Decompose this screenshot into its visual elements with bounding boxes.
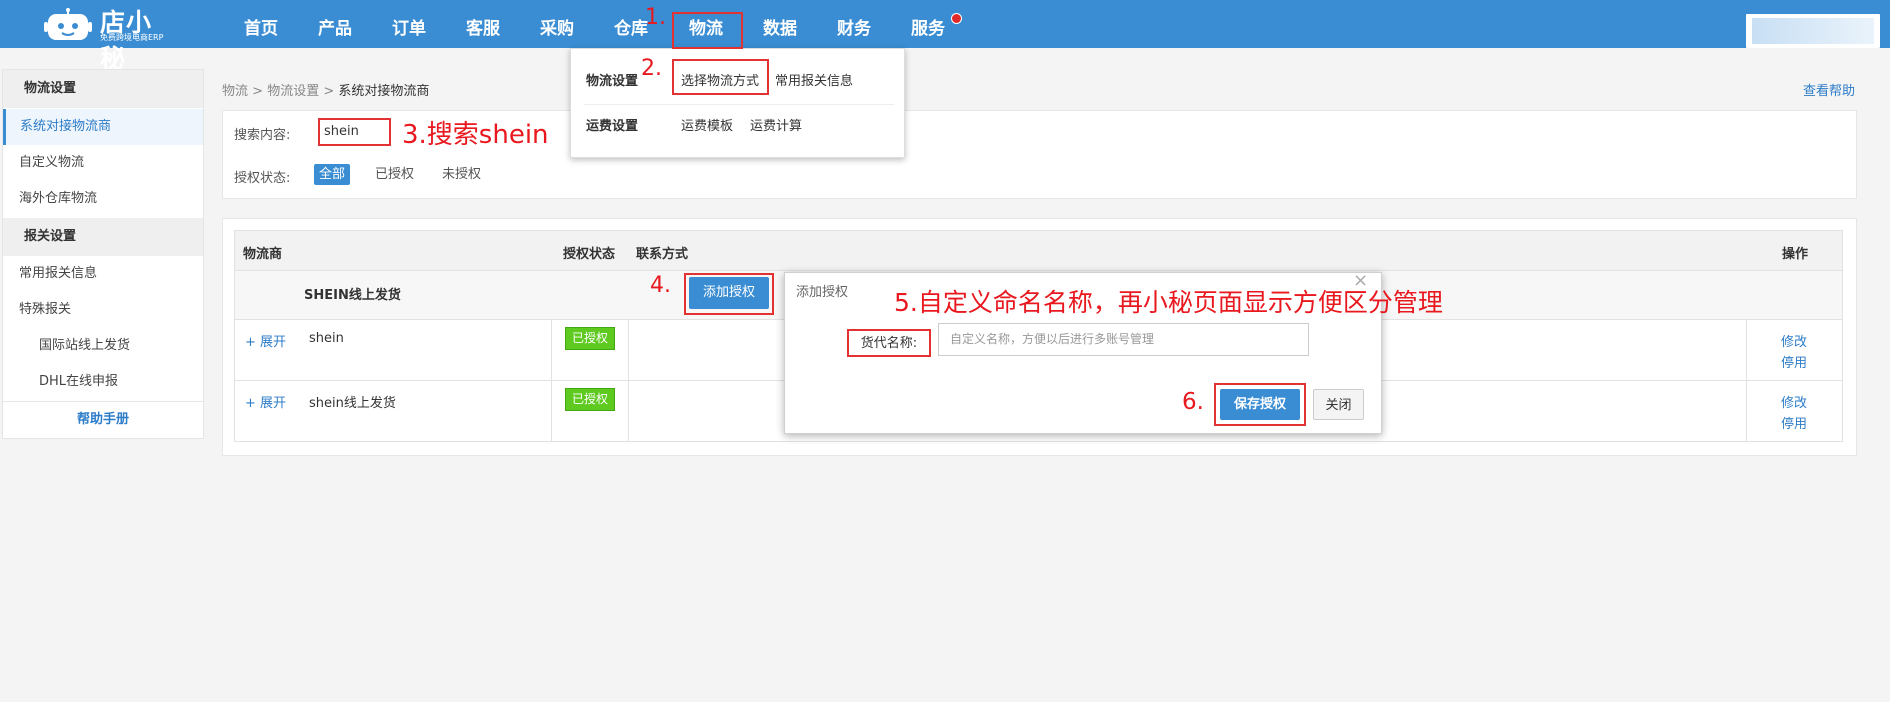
forwarder-name-input[interactable]: 自定义名称，方便以后进行多账号管理	[938, 323, 1309, 356]
disable-link[interactable]: 停用	[1781, 413, 1807, 432]
user-account-box[interactable]	[1746, 14, 1880, 48]
menu-freight-template[interactable]: 运费模板	[681, 115, 733, 134]
sidebar-item-special-customs[interactable]: 特殊报关	[3, 292, 203, 328]
annotation-step-4: 4.	[650, 273, 671, 298]
header-contact: 联系方式	[636, 247, 689, 262]
annotation-step-2: 2.	[641, 56, 662, 81]
annotation-step-6: 6.	[1182, 389, 1204, 415]
annotation-box-save-button	[1214, 383, 1306, 426]
breadcrumb-logistics[interactable]: 物流	[222, 84, 248, 99]
logo-subtitle: 免费跨境电商ERP	[100, 33, 164, 42]
close-button[interactable]: 关闭	[1313, 389, 1364, 420]
disable-link[interactable]: 停用	[1781, 352, 1807, 371]
breadcrumb-separator: >	[323, 84, 335, 99]
top-nav-bar	[0, 0, 1890, 48]
sidebar-section-customs: 报关设置	[3, 218, 203, 256]
menu-freight-calculation[interactable]: 运费计算	[750, 115, 802, 134]
nav-customer-service[interactable]: 客服	[466, 0, 500, 48]
help-manual-link[interactable]: 帮助手册	[3, 401, 203, 438]
filter-authorized[interactable]: 已授权	[375, 164, 414, 185]
notification-dot	[951, 13, 962, 24]
sidebar-section-label: 报关设置	[24, 229, 77, 244]
menu-group-logistics-settings: 物流设置	[586, 74, 639, 89]
sidebar-item-customs-info[interactable]: 常用报关信息	[3, 256, 203, 292]
user-account-placeholder	[1752, 18, 1874, 44]
header-carrier: 物流商	[243, 247, 283, 262]
nav-services[interactable]: 服务	[911, 0, 945, 48]
expand-toggle[interactable]: + 展开	[245, 331, 286, 350]
annotation-step-5: 5.自定义命名名称，再小秘页面显示方便区分管理	[894, 288, 1443, 317]
nav-purchasing[interactable]: 采购	[540, 0, 574, 48]
account-name: shein线上发货	[309, 396, 396, 411]
annotation-step-1: 1.	[645, 5, 666, 30]
sidebar-section-label: 物流设置	[24, 81, 77, 96]
menu-divider	[584, 104, 894, 105]
sidebar-subitem-alibaba-shipping[interactable]: 国际站线上发货	[3, 328, 203, 364]
annotation-step-3: 3.搜索shein	[402, 120, 549, 150]
table-header	[235, 231, 1842, 271]
nav-warehouse[interactable]: 仓库	[614, 0, 648, 48]
sidebar-section-logistics: 物流设置	[3, 70, 203, 108]
annotation-box-add-button	[684, 273, 774, 315]
search-input[interactable]: shein	[318, 118, 391, 146]
column-divider	[1746, 320, 1747, 441]
robot-logo-icon	[44, 8, 92, 40]
sidebar: 物流设置 系统对接物流商 自定义物流 海外仓库物流 报关设置 常用报关信息 特殊…	[2, 69, 204, 439]
menu-group-freight-settings: 运费设置	[586, 119, 639, 134]
sidebar-subitem-dhl-declaration[interactable]: DHL在线申报	[3, 364, 203, 400]
breadcrumb-current: 系统对接物流商	[338, 84, 430, 99]
status-badge: 已授权	[565, 327, 615, 350]
edit-link[interactable]: 修改	[1781, 331, 1807, 350]
breadcrumb-logistics-settings[interactable]: 物流设置	[267, 84, 319, 99]
nav-finance[interactable]: 财务	[837, 0, 871, 48]
filter-all[interactable]: 全部	[314, 164, 351, 185]
account-name: shein	[309, 331, 344, 346]
header-operations: 操作	[1782, 247, 1809, 262]
nav-home[interactable]: 首页	[244, 0, 278, 48]
sidebar-item-system-carriers[interactable]: 系统对接物流商	[3, 109, 203, 145]
column-divider	[628, 320, 629, 441]
filter-unauthorized[interactable]: 未授权	[442, 164, 481, 185]
column-divider	[551, 320, 552, 441]
nav-products[interactable]: 产品	[318, 0, 352, 48]
header-auth-status: 授权状态	[563, 247, 616, 262]
edit-link[interactable]: 修改	[1781, 392, 1807, 411]
annotation-box-logistics	[672, 12, 743, 49]
expand-toggle[interactable]: + 展开	[245, 392, 286, 411]
nav-data[interactable]: 数据	[763, 0, 797, 48]
breadcrumb-separator: >	[252, 84, 264, 99]
auth-status-label: 授权状态:	[234, 171, 291, 186]
sidebar-item-custom-logistics[interactable]: 自定义物流	[3, 145, 203, 181]
carrier-group-name: SHEIN线上发货	[304, 288, 401, 303]
logo[interactable]: 店小秘 免费跨境电商ERP	[44, 2, 174, 73]
menu-customs-info[interactable]: 常用报关信息	[775, 70, 853, 89]
annotation-box-choose-method	[672, 59, 769, 95]
search-label: 搜索内容:	[234, 128, 291, 143]
view-help-link[interactable]: 查看帮助	[1803, 80, 1855, 99]
sidebar-item-overseas-warehouse[interactable]: 海外仓库物流	[3, 181, 203, 217]
dialog-title: 添加授权	[796, 285, 849, 300]
nav-orders[interactable]: 订单	[392, 0, 426, 48]
breadcrumb: 物流 > 物流设置 > 系统对接物流商	[222, 80, 429, 99]
status-badge: 已授权	[565, 388, 615, 411]
forwarder-name-label: 货代名称:	[847, 329, 931, 357]
